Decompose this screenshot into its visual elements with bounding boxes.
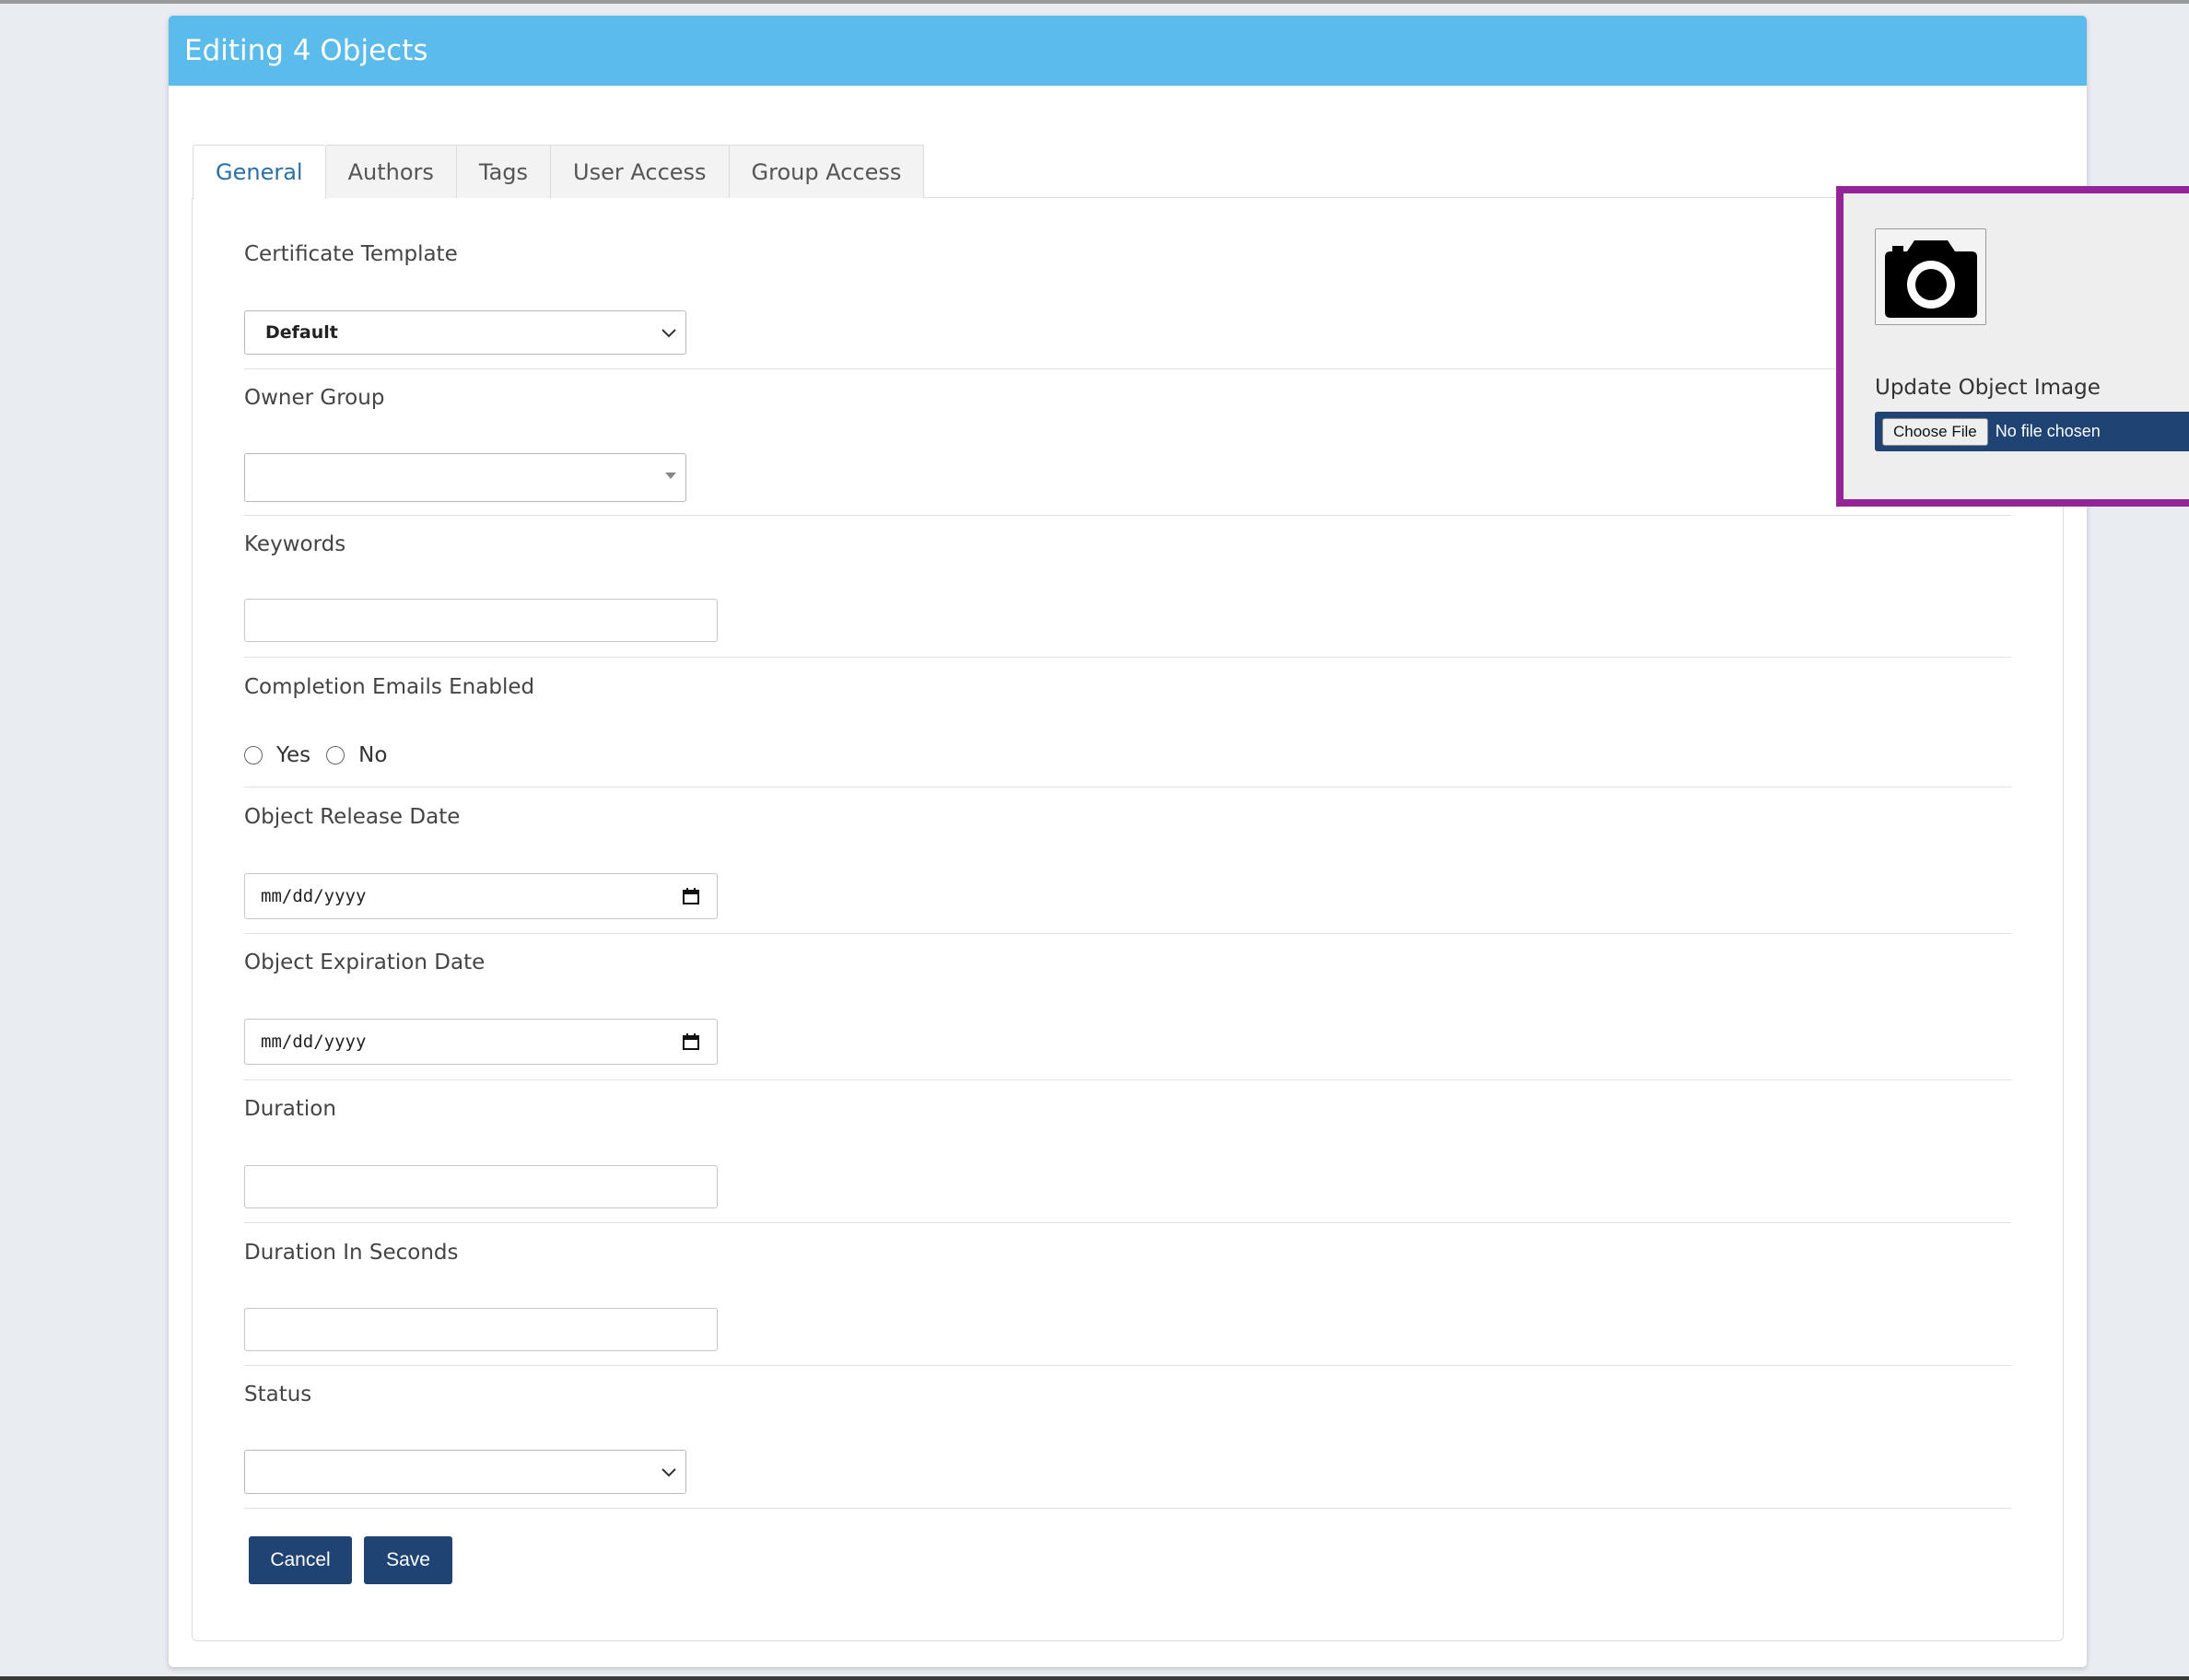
radio-no-label[interactable]: No xyxy=(358,743,387,767)
object-image-panel: Update Object Image Choose File No file … xyxy=(1836,186,2189,507)
object-image-thumbnail xyxy=(1875,228,1986,325)
tab-authors[interactable]: Authors xyxy=(325,145,457,198)
tab-tags[interactable]: Tags xyxy=(456,145,552,198)
radio-yes-label[interactable]: Yes xyxy=(276,743,310,767)
expiration-date-input[interactable]: mm/dd/yyyy xyxy=(244,1019,718,1065)
duration-seconds-input[interactable] xyxy=(244,1308,718,1351)
camera-icon xyxy=(1884,239,1977,318)
owner-group-select[interactable] xyxy=(244,453,686,502)
certificate-template-select[interactable]: Default xyxy=(244,310,686,355)
duration-group: Duration xyxy=(244,1080,2011,1223)
tab-user-access[interactable]: User Access xyxy=(551,145,730,198)
edit-objects-dialog: Editing 4 Objects General Authors Tags U… xyxy=(169,16,2189,1667)
save-button[interactable]: Save xyxy=(364,1536,452,1584)
certificate-template-group: Certificate Template Default xyxy=(244,198,2011,369)
keywords-input[interactable] xyxy=(244,599,718,642)
status-select[interactable] xyxy=(244,1450,686,1494)
calendar-icon[interactable] xyxy=(682,1032,700,1051)
window-bottom-edge xyxy=(0,1676,2189,1680)
tab-general[interactable]: General xyxy=(193,145,326,199)
choose-file-button[interactable]: Choose File xyxy=(1882,417,1988,446)
owner-group-label: Owner Group xyxy=(244,386,385,410)
certificate-template-value: Default xyxy=(265,322,338,343)
chevron-down-icon xyxy=(661,1468,676,1477)
tab-bar: General Authors Tags User Access Group A… xyxy=(193,130,2064,199)
tab-group-access[interactable]: Group Access xyxy=(729,145,925,198)
image-file-input[interactable]: Choose File No file chosen xyxy=(1875,412,2189,451)
status-label: Status xyxy=(244,1382,312,1406)
status-group: Status xyxy=(244,1366,2011,1509)
keywords-group: Keywords xyxy=(244,516,2011,658)
release-date-placeholder: mm/dd/yyyy xyxy=(261,886,367,906)
general-tab-panel: Certificate Template Default Owner Group… xyxy=(192,198,2064,1641)
certificate-template-label: Certificate Template xyxy=(244,242,458,266)
file-status-text: No file chosen xyxy=(1995,422,2101,440)
duration-seconds-group: Duration In Seconds xyxy=(244,1223,2011,1366)
completion-emails-group: Completion Emails Enabled Yes No xyxy=(244,658,2011,788)
calendar-icon[interactable] xyxy=(682,887,700,905)
release-date-label: Object Release Date xyxy=(244,805,461,829)
completion-emails-radio-group: Yes No xyxy=(244,743,403,767)
duration-label: Duration xyxy=(244,1097,336,1121)
owner-group-group: Owner Group xyxy=(244,369,2011,516)
duration-input[interactable] xyxy=(244,1165,718,1208)
release-date-input[interactable]: mm/dd/yyyy xyxy=(244,873,718,919)
expiration-date-placeholder: mm/dd/yyyy xyxy=(261,1032,367,1052)
dialog-header: Editing 4 Objects xyxy=(169,16,2087,86)
duration-seconds-label: Duration In Seconds xyxy=(244,1241,459,1265)
keywords-label: Keywords xyxy=(244,532,346,556)
chevron-down-icon xyxy=(661,329,676,338)
release-date-group: Object Release Date mm/dd/yyyy xyxy=(244,788,2011,934)
expiration-date-label: Object Expiration Date xyxy=(244,951,486,974)
completion-emails-label: Completion Emails Enabled xyxy=(244,675,535,699)
expiration-date-group: Object Expiration Date mm/dd/yyyy xyxy=(244,934,2011,1080)
caret-down-icon xyxy=(665,472,676,479)
radio-no[interactable] xyxy=(326,746,345,764)
window-top-edge xyxy=(0,0,2189,4)
update-image-label: Update Object Image xyxy=(1875,376,2101,400)
cancel-button[interactable]: Cancel xyxy=(249,1536,352,1584)
dialog-title: Editing 4 Objects xyxy=(184,34,428,67)
radio-yes[interactable] xyxy=(244,746,263,764)
